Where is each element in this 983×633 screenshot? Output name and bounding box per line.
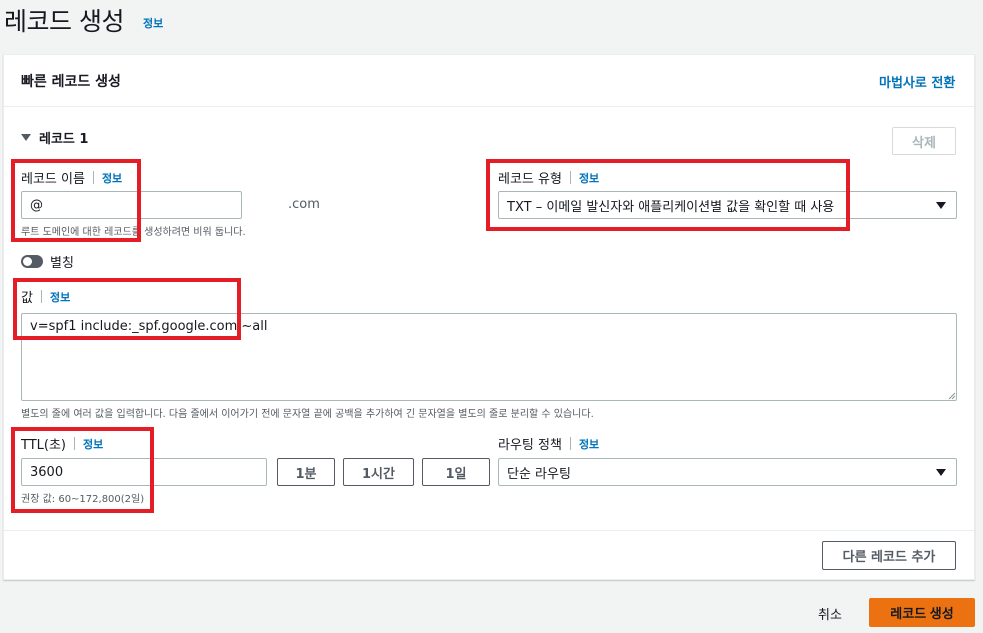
switch-to-wizard-link[interactable]: 마법사로 전환 [879,72,955,91]
card-divider [3,530,975,531]
alias-toggle-knob [23,257,32,266]
card-header [3,54,975,107]
page-title: 레코드 생성 [4,7,124,36]
routing-label-row: 라우팅 정책 정보 [498,434,599,453]
resize-handle-icon[interactable] [948,392,956,400]
ttl-1-minute-button[interactable]: 1분 [277,458,335,486]
annotation-highlight-ttl [11,427,154,513]
label-separator [569,437,571,450]
caret-down-icon [21,134,31,141]
create-records-button[interactable]: 레코드 생성 [869,598,975,627]
page-title-info-link[interactable]: 정보 [143,15,163,31]
routing-info-link[interactable]: 정보 [579,436,599,452]
record-1-toggle[interactable]: 레코드 1 [21,128,88,147]
delete-record-button[interactable]: 삭제 [892,127,956,155]
dropdown-arrow-icon [936,468,946,476]
dropdown-arrow-icon [936,201,946,209]
ttl-1-day-button[interactable]: 1일 [422,458,490,486]
ttl-1-hour-button[interactable]: 1시간 [343,458,414,486]
domain-suffix: .com [288,197,320,212]
routing-policy-label: 라우팅 정책 [498,438,562,453]
annotation-highlight-record-type [486,159,850,231]
add-another-record-button[interactable]: 다른 레코드 추가 [822,541,956,570]
record-1-label: 레코드 1 [39,132,89,147]
annotation-highlight-value [13,278,241,340]
annotation-highlight-record-name [11,159,141,242]
cancel-link[interactable]: 취소 [818,604,842,623]
routing-policy-selected: 단순 라우팅 [507,466,571,482]
routing-policy-select[interactable]: 단순 라우팅 [498,458,957,486]
card-title: 빠른 레코드 생성 [21,74,121,90]
alias-label: 별칭 [50,256,74,271]
value-hint: 별도의 줄에 여러 값을 입력합니다. 다음 줄에서 이어가기 전에 문자열 끝… [21,409,594,420]
